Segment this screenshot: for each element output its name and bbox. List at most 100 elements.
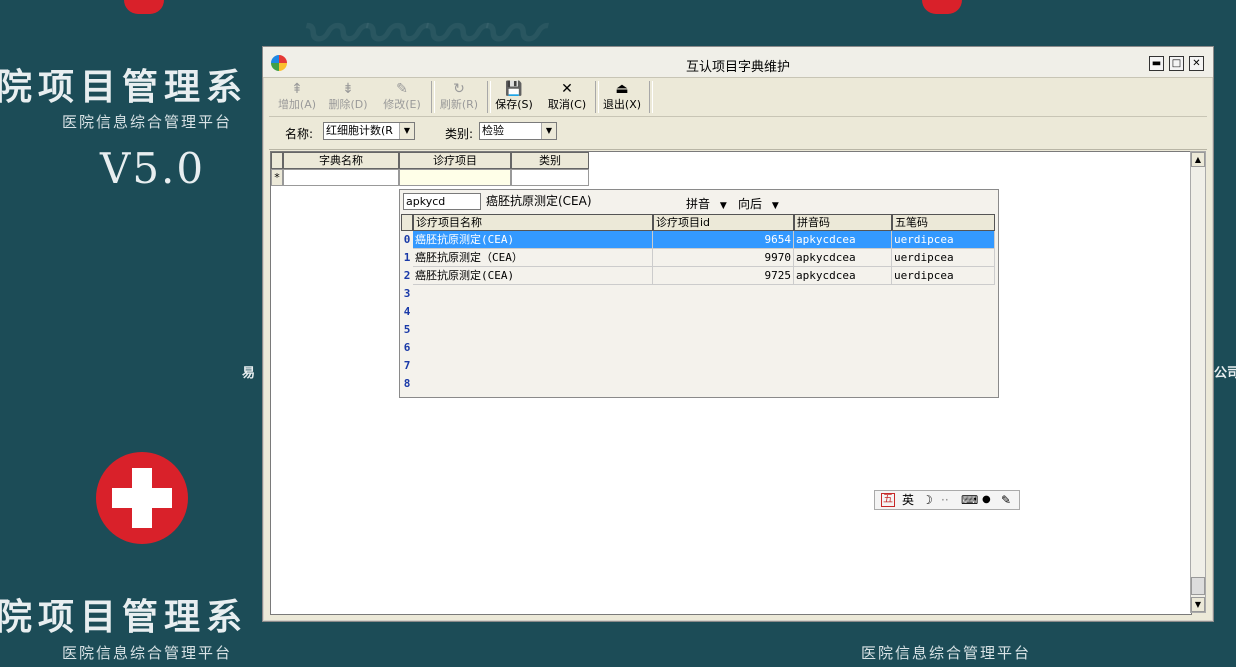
new-row-dict-name-cell[interactable] xyxy=(283,169,399,186)
hospital-cross-logo xyxy=(96,452,188,544)
column-header-category[interactable]: 类别 xyxy=(511,152,589,169)
wallpaper-bottom-subtitle: 医院信息综合管理平台 xyxy=(62,644,233,662)
row-number: 6 xyxy=(403,341,411,354)
save-label: 保存(S) xyxy=(495,98,533,111)
ime-status-bar[interactable]: 五 英 ☽ ·· ⌨ ● ✎ xyxy=(874,490,1020,510)
chevron-down-icon: ▼ xyxy=(771,201,779,211)
refresh-label: 刷新(R) xyxy=(439,98,479,111)
scroll-thumb[interactable] xyxy=(1191,577,1205,595)
new-row-treatment-item-cell[interactable] xyxy=(399,169,511,186)
scroll-down-icon[interactable]: ▼ xyxy=(1191,597,1205,612)
category-select[interactable]: 检验 ▼ xyxy=(479,122,557,140)
wallpaper-bottom-subtitle-right: 医院信息综合管理平台 xyxy=(861,644,1032,662)
wallpaper-side-left: 易 xyxy=(242,366,256,381)
lookup-row[interactable]: 癌胚抗原测定（CEA） 9970 apkycdcea uerdipcea xyxy=(413,249,997,267)
lookup-row[interactable]: 癌胚抗原测定(CEA) 9654 apkycdcea uerdipcea xyxy=(413,231,997,249)
lookup-cell-name: 癌胚抗原测定(CEA) xyxy=(413,231,653,249)
category-select-value: 检验 xyxy=(482,124,504,137)
lookup-header-pinyin[interactable]: 拼音码 xyxy=(794,214,892,231)
lookup-row[interactable]: 癌胚抗原测定(CEA) 9725 apkycdcea uerdipcea xyxy=(413,267,997,285)
edit-icon: ✎ xyxy=(396,81,408,97)
lookup-cell-id: 9725 xyxy=(653,267,794,285)
lookup-direction-select[interactable]: 向后 ▼ xyxy=(738,195,779,212)
lookup-cell-pinyin: apkycdcea xyxy=(794,249,892,267)
wallpaper-side-right: 公司 xyxy=(1214,366,1236,381)
grid-corner xyxy=(271,152,283,169)
close-button[interactable]: ✕ xyxy=(1189,56,1204,71)
wallpaper-title: 院项目管理系 xyxy=(0,66,249,108)
save-icon: 💾 xyxy=(505,81,523,97)
chevron-down-icon[interactable]: ▼ xyxy=(541,123,556,139)
row-number: 5 xyxy=(403,323,411,336)
column-header-treatment-item[interactable]: 诊疗项目 xyxy=(399,152,511,169)
new-row-marker: * xyxy=(271,169,283,186)
row-number: 4 xyxy=(403,305,411,318)
delete-icon: ⇟ xyxy=(342,81,354,97)
lookup-cell-id: 9970 xyxy=(653,249,794,267)
save-button[interactable]: 💾 保存(S) xyxy=(491,80,537,114)
column-header-dict-name[interactable]: 字典名称 xyxy=(283,152,399,169)
new-row-category-cell[interactable] xyxy=(511,169,589,186)
add-icon: ⇞ xyxy=(291,81,303,97)
scroll-up-icon[interactable]: ▲ xyxy=(1191,152,1205,167)
edit-label: 修改(E) xyxy=(383,98,421,111)
chevron-down-icon: ▼ xyxy=(719,201,727,211)
minimize-button[interactable]: ▬ xyxy=(1149,56,1164,71)
lookup-cell-wubi: uerdipcea xyxy=(892,249,995,267)
title-bar[interactable]: 互认项目字典维护 ▬ □ ✕ xyxy=(263,47,1213,78)
row-number: 2 xyxy=(403,269,411,282)
chevron-down-icon[interactable]: ▼ xyxy=(399,123,414,139)
delete-label: 删除(D) xyxy=(328,98,368,111)
exit-label: 退出(X) xyxy=(602,98,642,111)
lookup-results-grid[interactable]: 诊疗项目名称 诊疗项目id 拼音码 五笔码 0 1 2 3 4 5 6 7 8 … xyxy=(401,214,997,395)
maximize-button[interactable]: □ xyxy=(1169,56,1184,71)
lookup-mode-value: 拼音 xyxy=(686,197,711,211)
punctuation-icon[interactable]: ·· xyxy=(941,493,949,507)
add-button[interactable]: ⇞ 增加(A) xyxy=(275,80,319,114)
row-number: 7 xyxy=(403,359,411,372)
toolbar-separator xyxy=(649,81,653,113)
lookup-header-name[interactable]: 诊疗项目名称 xyxy=(413,214,653,231)
vertical-scrollbar[interactable]: ▲ ▼ xyxy=(1190,151,1206,613)
lookup-header-id[interactable]: 诊疗项目id xyxy=(653,214,794,231)
lookup-header-wubi[interactable]: 五笔码 xyxy=(892,214,995,231)
wallpaper-version: V5.0 xyxy=(100,144,206,193)
delete-button[interactable]: ⇟ 删除(D) xyxy=(325,80,371,114)
wrench-icon[interactable]: ✎ xyxy=(1001,493,1011,507)
toolbar-separator xyxy=(431,81,435,113)
window-title: 互认项目字典维护 xyxy=(685,60,790,75)
lookup-cell-wubi: uerdipcea xyxy=(892,267,995,285)
moon-icon[interactable]: ☽ xyxy=(922,493,933,507)
keyboard-icon[interactable]: ⌨ xyxy=(961,493,978,507)
toolbar: ⇞ 增加(A) ⇟ 删除(D) ✎ 修改(E) ↻ 刷新(R) 💾 保存(S) … xyxy=(269,78,1207,117)
lookup-direction-value: 向后 xyxy=(738,197,763,211)
cancel-button[interactable]: ✕ 取消(C) xyxy=(544,80,590,114)
category-label: 类别: xyxy=(445,127,474,141)
logo-top-right xyxy=(922,0,962,14)
wallpaper-bottom-title: 院项目管理系 xyxy=(0,596,249,638)
name-select[interactable]: 红细胞计数(R ▼ xyxy=(323,122,415,140)
item-lookup-popup: apkycd 癌胚抗原测定(CEA) 拼音 ▼ 向后 ▼ 诊疗项目名称 诊疗项目… xyxy=(399,189,999,398)
lookup-cell-name: 癌胚抗原测定(CEA) xyxy=(413,267,653,285)
row-number: 3 xyxy=(403,287,411,300)
lookup-cell-id: 9654 xyxy=(653,231,794,249)
exit-button[interactable]: ⏏ 退出(X) xyxy=(599,80,645,114)
lookup-mode-select[interactable]: 拼音 ▼ xyxy=(686,195,727,212)
row-number: 8 xyxy=(403,377,411,390)
lookup-search-input[interactable]: apkycd xyxy=(403,193,481,210)
wubi-icon[interactable]: 五 xyxy=(881,493,895,507)
refresh-icon: ↻ xyxy=(453,81,465,97)
language-toggle[interactable]: 英 xyxy=(902,493,914,507)
lookup-cell-name: 癌胚抗原测定（CEA） xyxy=(413,249,653,267)
refresh-button[interactable]: ↻ 刷新(R) xyxy=(437,80,481,114)
logo-top-left xyxy=(124,0,164,14)
filter-bar: 名称: 红细胞计数(R ▼ 类别: 检验 ▼ xyxy=(269,117,1207,150)
add-label: 增加(A) xyxy=(277,98,317,111)
cancel-icon: ✕ xyxy=(561,81,573,97)
user-icon[interactable]: ● xyxy=(982,493,991,507)
edit-button[interactable]: ✎ 修改(E) xyxy=(379,80,425,114)
name-select-value: 红细胞计数(R xyxy=(326,124,393,137)
wallpaper-subtitle: 医院信息综合管理平台 xyxy=(62,113,233,131)
lookup-cell-pinyin: apkycdcea xyxy=(794,267,892,285)
lookup-cell-pinyin: apkycdcea xyxy=(794,231,892,249)
